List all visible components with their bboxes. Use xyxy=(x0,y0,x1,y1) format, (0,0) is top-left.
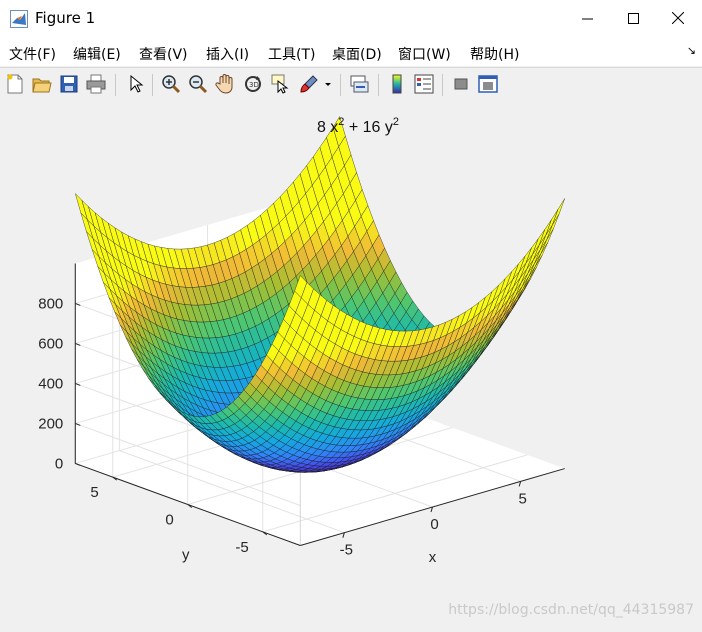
menu-view[interactable]: 查看(V) xyxy=(139,44,188,64)
z-tick-label: 200 xyxy=(38,415,63,432)
x-tick-label: 0 xyxy=(430,516,438,533)
surface-patch xyxy=(553,199,565,225)
dock-arrow-icon[interactable]: ↘ xyxy=(687,44,696,57)
save-icon[interactable] xyxy=(58,73,80,95)
y-tick-label: 5 xyxy=(90,484,98,501)
figure-canvas[interactable]: -505-5050200400600800xy 8 x2 + 16 y2 xyxy=(0,101,702,628)
toolbar-separator xyxy=(378,74,379,96)
brush-dropdown-icon[interactable] xyxy=(322,73,334,95)
svg-text:3D: 3D xyxy=(249,81,259,89)
y-axis-label: y xyxy=(182,546,190,563)
toolbar-separator xyxy=(340,74,341,96)
menu-window[interactable]: 窗口(W) xyxy=(398,44,451,64)
hide-plot-tools-icon[interactable] xyxy=(450,73,472,95)
toolbar-separator xyxy=(442,74,443,96)
title-part: 8 x xyxy=(317,119,338,136)
x-tick-label: -5 xyxy=(340,542,353,559)
toolbar-separator xyxy=(115,74,116,96)
surface-plot[interactable]: -505-5050200400600800xy 8 x2 + 16 y2 xyxy=(0,101,702,628)
select-arrow-icon[interactable] xyxy=(124,73,146,95)
window-title: Figure 1 xyxy=(35,9,95,27)
minimize-icon xyxy=(582,12,594,24)
y-tick-label: -5 xyxy=(235,539,248,556)
link-plot-icon[interactable] xyxy=(348,73,370,95)
x-tick-label: 5 xyxy=(518,490,526,507)
colorbar-icon[interactable] xyxy=(386,73,408,95)
data-cursor-icon[interactable] xyxy=(270,73,292,95)
zoom-in-icon[interactable] xyxy=(160,73,182,95)
z-tick-label: 600 xyxy=(38,335,63,352)
print-icon[interactable] xyxy=(85,73,107,95)
menu-edit[interactable]: 编辑(E) xyxy=(73,44,121,64)
menu-help[interactable]: 帮助(H) xyxy=(470,44,519,64)
menu-file[interactable]: 文件(F) xyxy=(9,44,56,64)
rotate-3d-icon[interactable]: 3D xyxy=(242,73,264,95)
chart-title: 8 x2 + 16 y2 xyxy=(317,116,399,136)
title-superscript: 2 xyxy=(393,116,399,128)
x-axis-label: x xyxy=(429,549,437,566)
minimize-button[interactable] xyxy=(566,0,612,38)
menu-tools[interactable]: 工具(T) xyxy=(268,44,315,64)
open-icon[interactable] xyxy=(31,73,53,95)
zoom-out-icon[interactable] xyxy=(187,73,209,95)
toolbar-separator xyxy=(152,74,153,96)
menu-insert[interactable]: 插入(I) xyxy=(206,44,249,64)
legend-icon[interactable] xyxy=(413,73,435,95)
title-part: + 16 y xyxy=(344,119,392,136)
maximize-icon xyxy=(628,12,640,24)
menu-desktop[interactable]: 桌面(D) xyxy=(332,44,382,64)
z-tick-label: 0 xyxy=(55,455,63,472)
new-figure-icon[interactable] xyxy=(4,73,26,95)
z-tick-label: 800 xyxy=(38,295,63,312)
menu-bar: 文件(F) 编辑(E) 查看(V) 插入(I) 工具(T) 桌面(D) 窗口(W… xyxy=(0,38,702,66)
matlab-app-icon xyxy=(10,10,28,28)
brush-icon[interactable] xyxy=(298,73,320,95)
maximize-button[interactable] xyxy=(612,0,658,38)
close-button[interactable] xyxy=(656,0,702,38)
z-tick-label: 400 xyxy=(38,375,63,392)
figure-toolbar: 3D xyxy=(0,67,702,102)
show-plot-tools-icon[interactable] xyxy=(477,73,499,95)
window-titlebar: Figure 1 xyxy=(0,0,702,38)
pan-hand-icon[interactable] xyxy=(214,73,236,95)
y-tick-label: 0 xyxy=(165,511,173,528)
watermark: https://blog.csdn.net/qq_44315987 xyxy=(448,602,694,618)
close-icon xyxy=(672,12,684,24)
